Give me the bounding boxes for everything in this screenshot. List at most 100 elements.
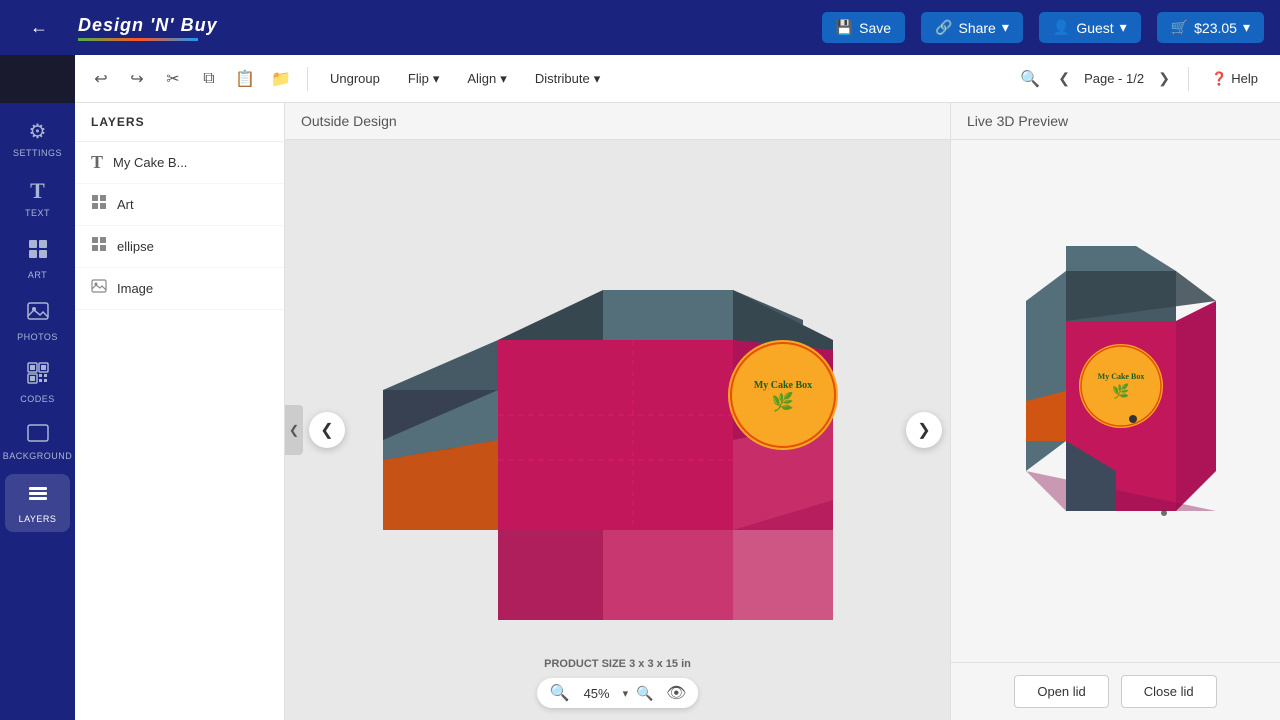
layer-image-label: Image — [117, 281, 153, 296]
paste-special-icon[interactable]: 📁 — [267, 65, 295, 93]
canvas-footer: PRODUCT SIZE 3 x 3 x 15 in 🔍 45% ▾ 🔍 👁 — [537, 658, 699, 708]
sidebar-item-background[interactable]: BACKGROUND — [5, 416, 70, 470]
sidebar-item-codes[interactable]: CODES — [5, 354, 70, 412]
cart-button[interactable]: 🛒 $23.05 ▾ — [1157, 12, 1264, 43]
art-icon — [27, 238, 49, 266]
canvas-content[interactable]: ❮ — [285, 140, 950, 720]
cut-icon[interactable]: ✂ — [159, 65, 187, 93]
panel-collapse-button[interactable]: ❮ — [285, 405, 303, 455]
logo-text: Design 'N' Buy — [78, 15, 218, 36]
sidebar-item-layers-label: LAYERS — [19, 514, 57, 524]
guest-chevron-icon: ▾ — [1120, 19, 1127, 36]
share-button[interactable]: 🔗 Share ▾ — [921, 12, 1023, 43]
layer-art-label: Art — [117, 197, 134, 212]
save-icon: 💾 — [836, 19, 853, 36]
sidebar-item-layers[interactable]: LAYERS — [5, 474, 70, 532]
open-lid-button[interactable]: Open lid — [1014, 675, 1108, 708]
svg-text:🌿: 🌿 — [1112, 383, 1129, 400]
codes-icon — [27, 362, 49, 390]
close-lid-button[interactable]: Close lid — [1121, 675, 1217, 708]
layer-ellipse-icon — [91, 236, 107, 257]
layer-item-art[interactable]: Art — [75, 184, 284, 226]
redo-icon[interactable]: ↪ — [123, 65, 151, 93]
copy-icon[interactable]: ⧉ — [195, 65, 223, 93]
page-next-button[interactable]: ❯ — [1152, 67, 1176, 91]
topbar: ← Design 'N' Buy 💾 Save 🔗 Share ▾ 👤 Gues… — [0, 0, 1280, 55]
sidebar-item-photos[interactable]: PHOTOS — [5, 292, 70, 350]
undo-icon[interactable]: ↩ — [87, 65, 115, 93]
outside-design-label: Outside Design — [285, 103, 950, 140]
background-icon — [27, 424, 49, 448]
sidebar-item-text[interactable]: T TEXT — [5, 170, 70, 226]
flip-chevron-icon: ▾ — [433, 71, 440, 87]
zoom-out-toolbar-icon[interactable]: 🔍 — [1016, 65, 1044, 93]
distribute-chevron-icon: ▾ — [594, 71, 601, 87]
sidebar: ⚙ SETTINGS T TEXT ART — [0, 103, 75, 720]
svg-text:My Cake Box: My Cake Box — [1097, 372, 1144, 381]
preview-content: My Cake Box 🌿 — [951, 140, 1280, 662]
settings-icon: ⚙ — [29, 119, 47, 144]
sidebar-item-codes-label: CODES — [20, 394, 55, 404]
cart-chevron-icon: ▾ — [1243, 19, 1250, 36]
user-icon: 👤 — [1053, 19, 1070, 36]
layer-text-icon: T — [91, 152, 103, 173]
preview-panel: Live 3D Preview — [950, 103, 1280, 720]
page-nav: ❮ Page - 1/2 ❯ — [1052, 67, 1176, 91]
sidebar-item-art[interactable]: ART — [5, 230, 70, 288]
svg-text:🌿: 🌿 — [771, 391, 793, 412]
canvas-next-button[interactable]: ❯ — [906, 412, 942, 448]
box-design-svg: My Cake Box 🌿 — [353, 240, 883, 620]
layer-cake-label: My Cake B... — [113, 155, 187, 170]
page-label: Page - 1/2 — [1084, 71, 1144, 86]
share-chevron-icon: ▾ — [1002, 19, 1009, 36]
layers-panel: LAYERS T My Cake B... Art — [75, 103, 285, 720]
3d-box-svg: My Cake Box 🌿 — [986, 241, 1246, 561]
distribute-button[interactable]: Distribute ▾ — [525, 66, 610, 92]
layer-item-ellipse[interactable]: ellipse — [75, 226, 284, 268]
ungroup-button[interactable]: Ungroup — [320, 66, 390, 91]
zoom-chevron-icon[interactable]: ▾ — [623, 687, 629, 700]
align-button[interactable]: Align ▾ — [457, 66, 516, 92]
sidebar-item-text-label: TEXT — [25, 208, 50, 218]
photos-icon — [27, 300, 49, 328]
layers-header: LAYERS — [75, 103, 284, 142]
help-button[interactable]: ❓ Help — [1201, 66, 1268, 92]
sidebar-item-background-label: BACKGROUND — [3, 452, 73, 462]
canvas-prev-button[interactable]: ❮ — [309, 412, 345, 448]
flip-button[interactable]: Flip ▾ — [398, 66, 449, 92]
align-chevron-icon: ▾ — [500, 71, 507, 87]
sidebar-item-settings[interactable]: ⚙ SETTINGS — [5, 111, 70, 166]
save-button[interactable]: 💾 Save — [822, 12, 905, 43]
zoom-value: 45% — [577, 686, 617, 701]
layer-art-icon — [91, 194, 107, 215]
layer-ellipse-label: ellipse — [117, 239, 154, 254]
zoom-controls: 🔍 45% ▾ 🔍 👁 — [537, 678, 699, 708]
text-icon: T — [30, 178, 45, 204]
toolbar: ↩ ↪ ✂ ⧉ 📋 📁 Ungroup Flip ▾ Align ▾ Distr… — [75, 55, 1280, 103]
layer-item-image[interactable]: Image — [75, 268, 284, 310]
logo-bar — [78, 38, 198, 41]
zoom-preview-button[interactable]: 👁 — [666, 683, 686, 703]
zoom-out-button[interactable]: 🔍 — [549, 682, 571, 704]
sidebar-item-photos-label: PHOTOS — [17, 332, 58, 342]
paste-icon[interactable]: 📋 — [231, 65, 259, 93]
zoom-in-button[interactable]: 🔍 — [634, 682, 656, 704]
canvas-area: Outside Design ❮ — [285, 103, 950, 720]
layers-icon — [27, 482, 49, 510]
preview-footer: Open lid Close lid — [951, 662, 1280, 720]
back-button[interactable]: ← — [16, 10, 62, 45]
logo-container: Design 'N' Buy — [78, 15, 218, 41]
live-3d-preview-label: Live 3D Preview — [951, 103, 1280, 140]
toolbar-divider-2 — [1188, 67, 1189, 91]
share-icon: 🔗 — [935, 19, 952, 36]
product-size-label: PRODUCT SIZE 3 x 3 x 15 in — [544, 658, 691, 670]
help-icon: ❓ — [1211, 71, 1227, 87]
layer-item-cake[interactable]: T My Cake B... — [75, 142, 284, 184]
cart-icon: 🛒 — [1171, 19, 1188, 36]
page-prev-button[interactable]: ❮ — [1052, 67, 1076, 91]
guest-button[interactable]: 👤 Guest ▾ — [1039, 12, 1141, 43]
toolbar-divider-1 — [307, 67, 308, 91]
sidebar-item-settings-label: SETTINGS — [13, 148, 62, 158]
svg-text:My Cake Box: My Cake Box — [753, 380, 811, 391]
main-layout: ⚙ SETTINGS T TEXT ART — [0, 103, 1280, 720]
